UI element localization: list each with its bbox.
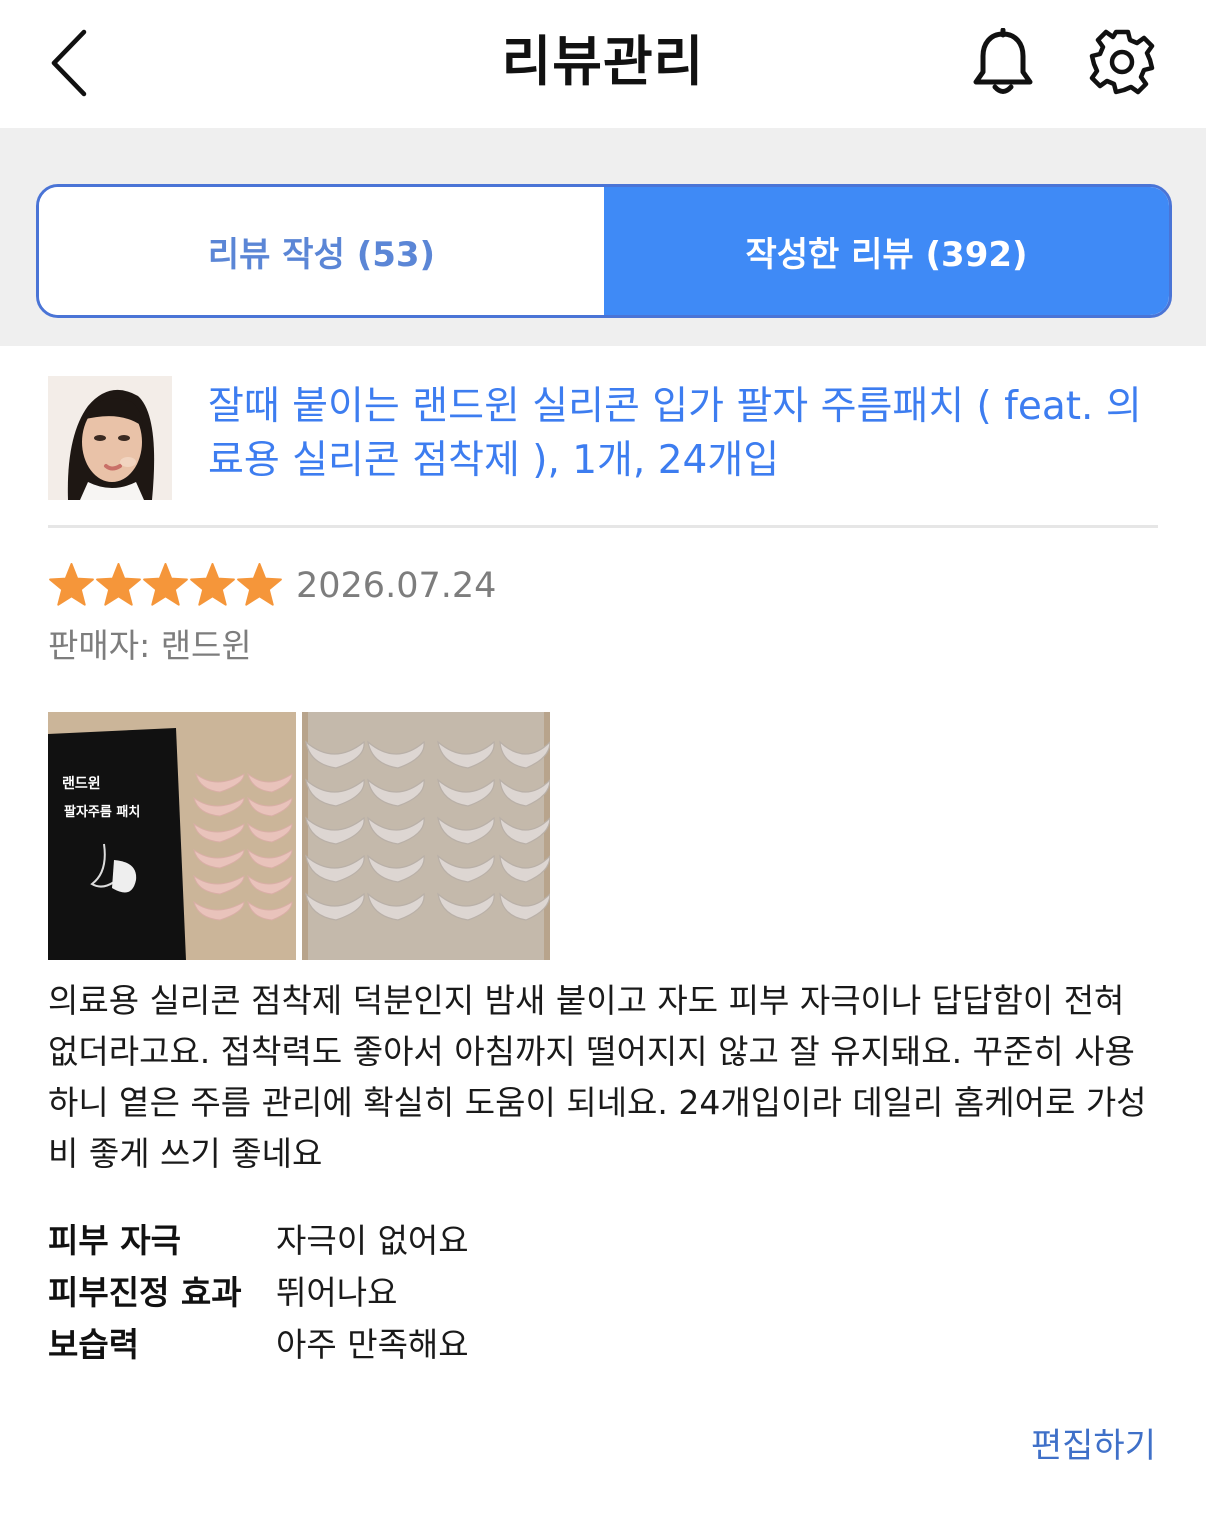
product-summary: 잘때 붙이는 랜드윈 실리콘 입가 팔자 주름패치 ( feat. 의료용 실리… xyxy=(48,376,1158,500)
star-icon xyxy=(96,562,141,606)
star-icon xyxy=(190,562,235,606)
review-attributes: 피부 자극 자극이 없어요 피부진정 효과 뛰어나요 보습력 아주 만족해요 xyxy=(48,1212,748,1368)
review-photo-patches[interactable] xyxy=(302,712,550,960)
star-icon xyxy=(237,562,282,606)
attribute-key: 보습력 xyxy=(48,1325,140,1364)
review-date: 2026.07.24 xyxy=(296,566,497,606)
attribute-value: 아주 만족해요 xyxy=(276,1325,469,1364)
package-brand-text: 랜드윈 xyxy=(62,775,101,792)
tab-bar-container: 리뷰 작성 (53) 작성한 리뷰 (392) xyxy=(0,128,1206,346)
star-rating xyxy=(48,562,283,610)
review-text: 의료용 실리콘 점착제 덕분인지 밤새 붙이고 자도 피부 자극이나 답답함이 … xyxy=(48,981,1147,1173)
divider xyxy=(48,525,1158,528)
product-thumbnail[interactable] xyxy=(48,376,172,500)
attribute-key: 피부진정 효과 xyxy=(48,1273,242,1312)
tab-write-review[interactable]: 리뷰 작성 (53) xyxy=(39,187,604,315)
attribute-key: 피부 자극 xyxy=(48,1221,181,1260)
product-title-link[interactable]: 잘때 붙이는 랜드윈 실리콘 입가 팔자 주름패치 ( feat. 의료용 실리… xyxy=(208,380,1168,488)
seller-label: 판매자: 랜드윈 xyxy=(48,626,252,665)
attribute-row: 보습력 아주 만족해요 xyxy=(48,1316,748,1368)
review-photo-package[interactable]: 랜드윈 팔자주름 패치 xyxy=(48,712,296,960)
attribute-row: 피부 자극 자극이 없어요 xyxy=(48,1212,748,1264)
attribute-row: 피부진정 효과 뛰어나요 xyxy=(48,1264,748,1316)
bell-icon[interactable] xyxy=(970,27,1036,98)
tab-written-reviews[interactable]: 작성한 리뷰 (392) xyxy=(604,187,1169,315)
attribute-value: 뛰어나요 xyxy=(276,1273,398,1312)
attribute-value: 자극이 없어요 xyxy=(276,1221,469,1260)
package-name-text: 팔자주름 패치 xyxy=(64,804,140,820)
gear-icon[interactable] xyxy=(1088,28,1156,96)
star-icon xyxy=(49,562,94,606)
star-icon xyxy=(143,562,188,606)
top-navigation-bar: 리뷰관리 xyxy=(0,0,1206,128)
review-tabs: 리뷰 작성 (53) 작성한 리뷰 (392) xyxy=(36,184,1172,318)
edit-review-link[interactable]: 편집하기 xyxy=(1031,1422,1156,1470)
